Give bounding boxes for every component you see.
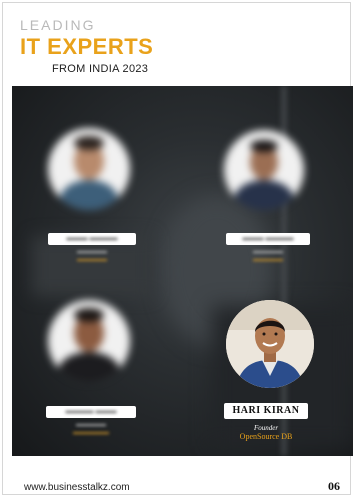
blurred-portrait-2 [224, 130, 304, 210]
featured-portrait [226, 300, 314, 388]
page-number: 06 [328, 479, 340, 493]
footer-url[interactable]: www.businesstalkz.com [24, 482, 130, 493]
header-leading: LEADING [20, 17, 96, 33]
header-title: IT EXPERTS [20, 34, 154, 59]
magazine-page: LEADING IT EXPERTS FROM INDIA 2023 ▬▬▬ ▬… [0, 0, 355, 499]
featured-company: OpenSource DB [239, 432, 293, 441]
featured-role: Founder [253, 424, 279, 432]
blurred-name-plate-2: ▬▬▬ ▬▬▬▬ [226, 233, 310, 245]
blurred-name-plate-3: ▬▬▬▬ ▬▬▬ [46, 406, 136, 418]
page-header: LEADING IT EXPERTS FROM INDIA 2023 [20, 18, 153, 76]
featured-name: HARI KIRAN [232, 405, 300, 416]
header-subtitle: FROM INDIA 2023 [52, 63, 149, 75]
blurred-portrait-1 [48, 128, 130, 210]
blurred-name-plate-1: ▬▬▬ ▬▬▬▬ [48, 233, 136, 245]
blurred-portrait-3 [48, 300, 130, 382]
portrait-illustration [226, 300, 314, 388]
